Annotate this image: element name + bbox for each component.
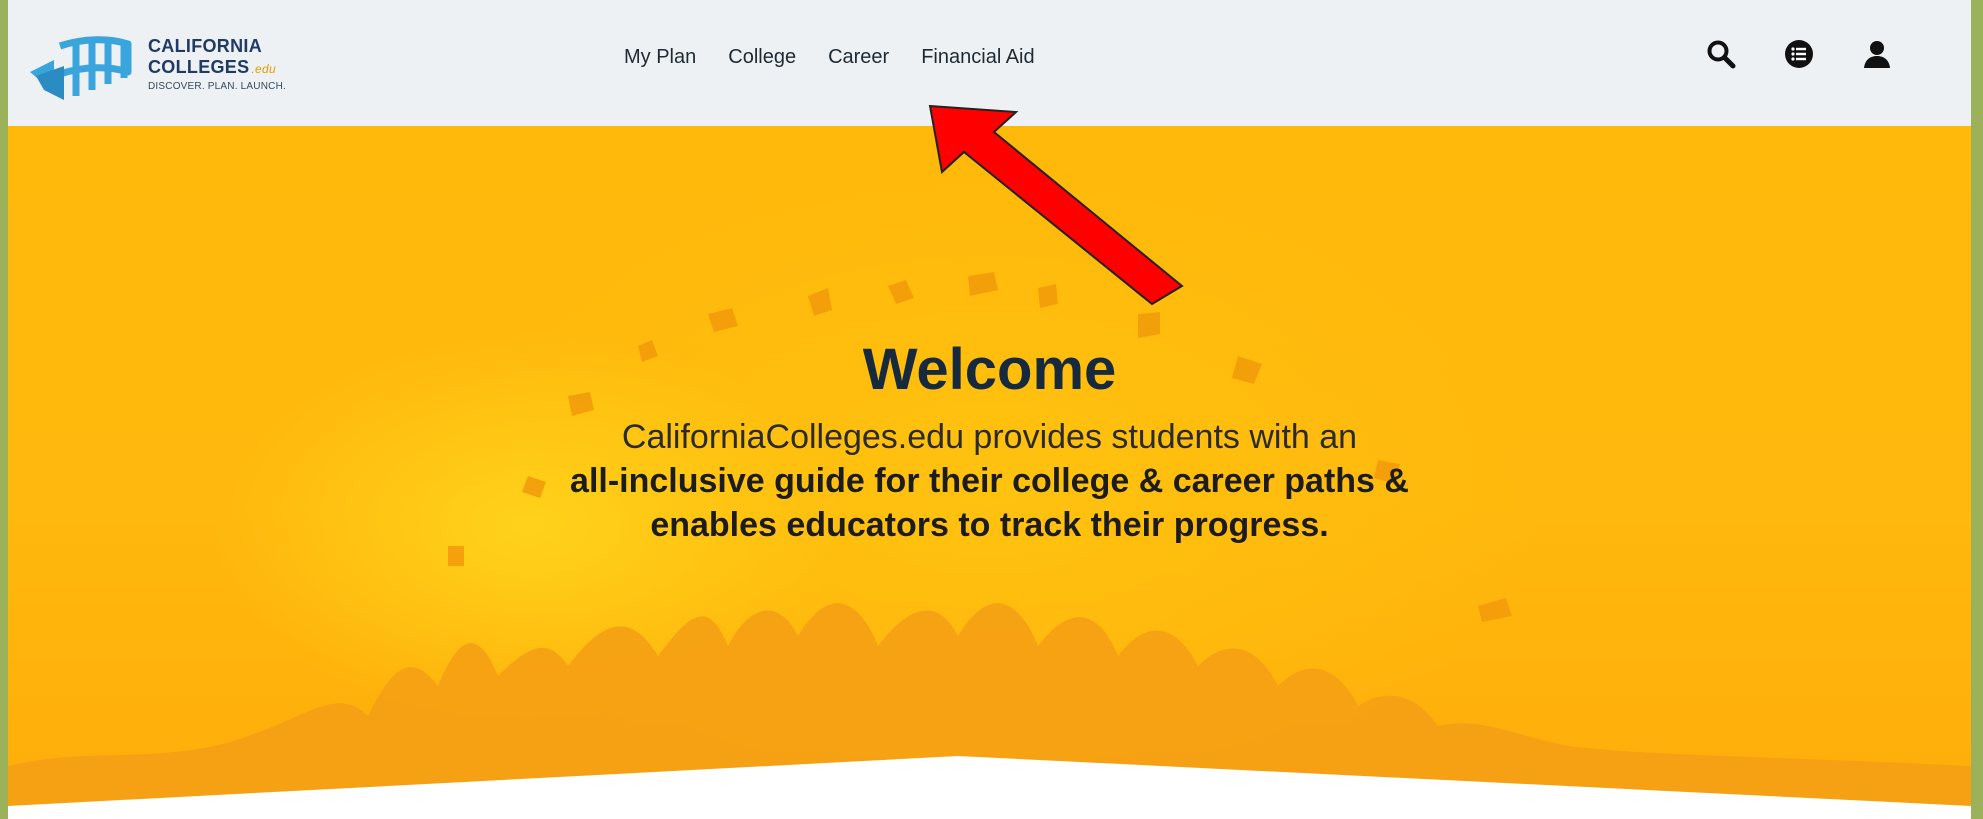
- hero-highlight-line-1: all-inclusive guide for their college & …: [570, 462, 1409, 500]
- nav-item-my-plan[interactable]: My Plan: [608, 42, 712, 73]
- list-icon[interactable]: [1783, 38, 1815, 70]
- hero-title: Welcome: [862, 337, 1117, 402]
- page-frame: CALIFORNIA COLLEGES .edu DISCOVER. PLAN. …: [8, 0, 1971, 819]
- logo-tagline: DISCOVER. PLAN. LAUNCH.: [148, 80, 286, 92]
- logo-text: CALIFORNIA COLLEGES .edu DISCOVER. PLAN. …: [148, 37, 286, 92]
- main-nav: My Plan College Career Financial Aid: [608, 42, 1051, 73]
- logo-line-california: CALIFORNIA: [148, 35, 262, 56]
- nav-item-college[interactable]: College: [712, 42, 812, 73]
- site-logo[interactable]: CALIFORNIA COLLEGES .edu DISCOVER. PLAN. …: [24, 24, 354, 104]
- nav-item-career[interactable]: Career: [812, 42, 905, 73]
- header-icon-group: [1705, 38, 1893, 70]
- logo-colleges-word: COLLEGES: [148, 56, 250, 77]
- user-icon[interactable]: [1861, 38, 1893, 70]
- logo-line-colleges: COLLEGES .edu: [148, 58, 286, 76]
- logo-mark-icon: [30, 36, 132, 100]
- nav-item-financial-aid[interactable]: Financial Aid: [905, 42, 1050, 73]
- hero-highlight-line-2: enables educators to track their progres…: [650, 506, 1329, 544]
- red-pointer-arrow-icon: [928, 104, 1184, 306]
- logo-edu-suffix: .edu: [251, 61, 276, 76]
- hero-description: CaliforniaColleges.edu provides students…: [621, 418, 1358, 456]
- search-icon[interactable]: [1705, 38, 1737, 70]
